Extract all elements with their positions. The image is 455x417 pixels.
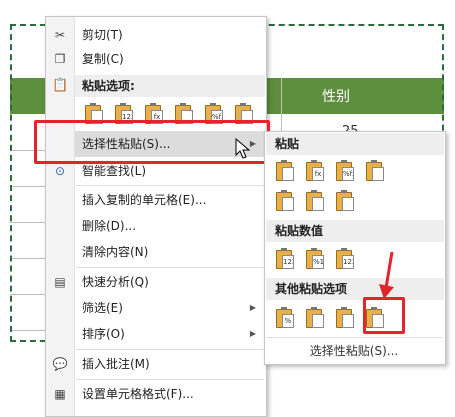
format-cells-icon: ▦ — [54, 387, 66, 401]
highlight-box-paste-picture-link — [363, 297, 405, 334]
paste-paper-icon: %fx — [342, 167, 354, 181]
paste-paper-icon: % — [282, 314, 294, 328]
menu-item-sort-label: 排序(O) — [82, 327, 125, 341]
submenu-paste-values-icon[interactable]: %123 — [305, 248, 325, 270]
smart-lookup-icon: ⊙ — [54, 164, 66, 178]
menu-item-format-cells-label: 设置单元格格式(F)... — [82, 387, 194, 401]
scissors-icon: ✂ — [54, 28, 66, 42]
paste-paper-icon: fx — [312, 167, 324, 181]
submenu-paste-icon[interactable] — [335, 190, 355, 212]
menu-separator — [76, 185, 264, 186]
submenu-paste-icon[interactable]: %fx — [335, 160, 355, 182]
paste-paper-icon: %123 — [312, 255, 324, 269]
submenu-paste-icon[interactable] — [305, 190, 325, 212]
menu-item-filter[interactable]: 筛选(E) ▶ — [46, 296, 266, 320]
submenu-section-paste-values: 粘贴数值 — [266, 220, 444, 242]
menu-item-filter-label: 筛选(E) — [82, 301, 123, 315]
submenu-section-other-paste: 其他粘贴选项 — [266, 278, 444, 300]
paste-paper-icon: 123 — [342, 255, 354, 269]
menu-separator — [76, 267, 264, 268]
submenu-other-paste-icon[interactable] — [335, 307, 355, 329]
menu-item-sort[interactable]: 排序(O) ▶ — [46, 322, 266, 346]
comment-icon: 💬 — [52, 357, 68, 371]
paste-paper-icon — [372, 167, 384, 181]
menu-item-clear[interactable]: 清除内容(N) — [46, 240, 266, 264]
submenu-paste-values-icon[interactable]: 123 — [275, 248, 295, 270]
menu-item-insert-comment[interactable]: 💬 插入批注(M) — [46, 352, 266, 376]
submenu-other-paste-icon[interactable]: % — [275, 307, 295, 329]
menu-separator — [266, 337, 442, 338]
submenu-section-paste: 粘贴 — [266, 133, 444, 155]
paste-paper-icon: 123 — [282, 255, 294, 269]
menu-item-format-cells[interactable]: ▦ 设置单元格格式(F)... — [46, 382, 266, 406]
submenu-paste-values-icon[interactable]: 123 — [335, 248, 355, 270]
menu-item-insert-copied-label: 插入复制的单元格(E)... — [82, 193, 207, 207]
submenu-other-paste-icon[interactable] — [305, 307, 325, 329]
paste-paper-icon — [342, 314, 354, 328]
submenu-paste-icon[interactable]: fx — [305, 160, 325, 182]
menu-item-copy-label: 复制(C) — [82, 52, 124, 66]
menu-item-delete[interactable]: 删除(D)... — [46, 214, 266, 238]
paste-paper-icon — [282, 167, 294, 181]
menu-item-quick-analysis[interactable]: ▤ 快速分析(Q) — [46, 270, 266, 294]
paste-paper-icon — [312, 314, 324, 328]
submenu-arrow-icon: ▶ — [249, 329, 256, 338]
paste-paper-icon — [282, 197, 294, 211]
menu-item-delete-label: 删除(D)... — [82, 219, 137, 233]
paste-paper-icon — [312, 197, 324, 211]
menu-item-quick-analysis-label: 快速分析(Q) — [82, 275, 149, 289]
submenu-paste-special-link[interactable]: 选择性粘贴(S)... — [265, 340, 443, 362]
submenu-arrow-icon: ▶ — [249, 303, 256, 312]
context-menu: ✂ 剪切(T) ❐ 复制(C) 粘贴选项: 📋 选择性粘贴(S)... ▶ ⊙ … — [45, 16, 267, 417]
menu-item-insert-copied[interactable]: 插入复制的单元格(E)... — [46, 188, 266, 212]
quick-analysis-icon: ▤ — [54, 275, 66, 289]
copy-icon: ❐ — [54, 52, 66, 66]
menu-item-copy[interactable]: ❐ 复制(C) — [46, 47, 266, 71]
submenu-paste-icon[interactable] — [365, 160, 385, 182]
menu-item-insert-comment-label: 插入批注(M) — [82, 357, 150, 371]
menu-separator — [76, 349, 264, 350]
paste-options-header: 粘贴选项: — [75, 75, 265, 97]
mouse-cursor-icon — [235, 138, 251, 159]
menu-item-cut-label: 剪切(T) — [82, 28, 123, 42]
clipboard-icon: 📋 — [52, 78, 69, 93]
menu-item-clear-label: 清除内容(N) — [82, 245, 149, 259]
submenu-paste-icon[interactable] — [275, 190, 295, 212]
red-arrow-icon — [379, 251, 394, 299]
paste-paper-icon — [342, 197, 354, 211]
paste-special-submenu: 粘贴 粘贴数值 其他粘贴选项 选择性粘贴(S)... fx %fx 123 %123 1… — [264, 131, 446, 365]
menu-item-cut[interactable]: ✂ 剪切(T) — [46, 23, 266, 47]
submenu-paste-icon[interactable] — [275, 160, 295, 182]
menu-separator — [76, 379, 264, 380]
